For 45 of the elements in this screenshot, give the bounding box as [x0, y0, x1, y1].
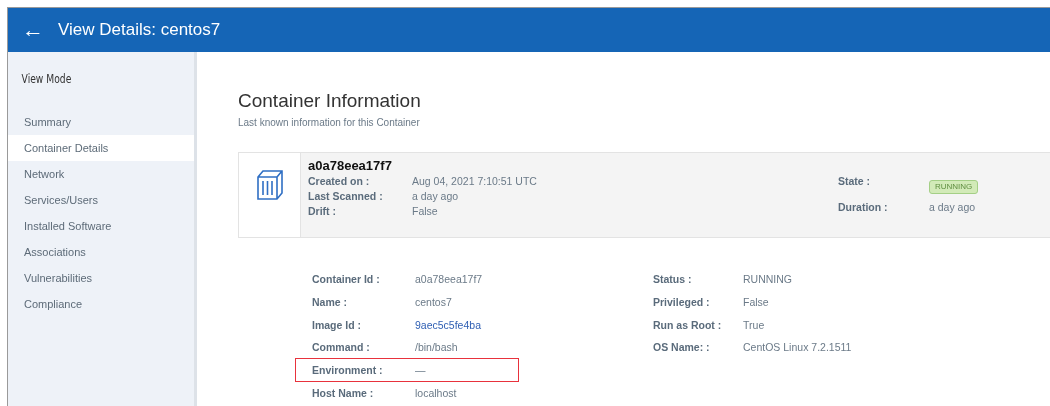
- field-label: Command :: [312, 341, 371, 354]
- field-value: RUNNING: [743, 273, 792, 286]
- field-value: a day ago: [929, 201, 977, 215]
- field-value: a day ago: [412, 190, 460, 202]
- field-label: Image Id :: [312, 318, 362, 331]
- field-label: Created on :: [308, 175, 371, 187]
- field-label: Duration :: [838, 201, 889, 215]
- back-button[interactable]: ←: [22, 19, 44, 41]
- image-id-link[interactable]: 9aec5c5fe4ba: [415, 318, 481, 331]
- container-name: a0a78eea17f7: [308, 158, 393, 173]
- field-value: CentOS Linux 7.2.1511: [743, 341, 852, 354]
- field-label: Container Id :: [312, 273, 381, 286]
- sidebar-item[interactable]: Summary: [8, 109, 194, 135]
- container-icon: [256, 169, 283, 201]
- status-badge: RUNNING: [929, 180, 979, 194]
- field-label: Privileged :: [653, 296, 711, 309]
- sidebar-heading: View Mode: [20, 72, 73, 86]
- field-label: OS Name: :: [653, 341, 711, 354]
- field-value: localhost: [415, 386, 457, 399]
- field-label: State :: [838, 175, 872, 189]
- field-value: —: [415, 364, 426, 377]
- page-title: View Details: centos7: [58, 20, 221, 40]
- section-title: Container Information: [238, 90, 422, 112]
- sidebar-item[interactable]: Installed Software: [8, 213, 194, 239]
- sidebar-item[interactable]: Container Details: [8, 135, 194, 161]
- field-value: centos7: [415, 296, 452, 309]
- field-value: False: [412, 205, 439, 217]
- field-value: a0a78eea17f7: [415, 273, 483, 286]
- field-label: Status :: [653, 273, 693, 286]
- field-label: Name :: [312, 296, 348, 309]
- field-label: Host Name :: [312, 386, 375, 399]
- field-value: True: [743, 318, 765, 331]
- sidebar-item[interactable]: Vulnerabilities: [8, 265, 194, 291]
- field-value: /bin/bash: [415, 341, 458, 354]
- sidebar-item[interactable]: Services/Users: [8, 187, 194, 213]
- field-label: Environment :: [312, 364, 384, 377]
- field-label: Last Scanned :: [308, 190, 384, 202]
- sidebar-item[interactable]: Associations: [8, 239, 194, 265]
- field-value: False: [743, 296, 769, 309]
- section-subtitle: Last known information for this Container: [238, 117, 421, 128]
- field-value: Aug 04, 2021 7:10:51 UTC: [412, 175, 538, 187]
- field-label: Drift :: [308, 205, 337, 217]
- sidebar-item[interactable]: Network: [8, 161, 194, 187]
- sidebar-item[interactable]: Compliance: [8, 291, 194, 317]
- field-label: Run as Root :: [653, 318, 723, 331]
